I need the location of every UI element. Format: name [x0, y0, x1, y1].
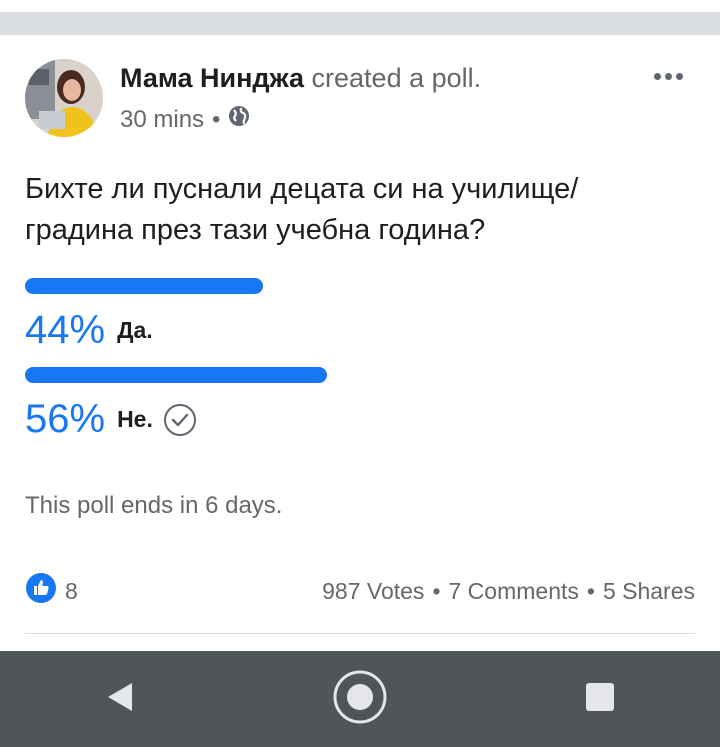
poll-percent: 44% [25, 308, 106, 352]
feed-divider [0, 12, 720, 35]
back-icon [102, 679, 138, 720]
more-options-button[interactable] [648, 61, 688, 91]
poll-post-card: Мама Нинджа created a poll. 30 mins • Би… [0, 35, 720, 649]
more-icon [653, 72, 661, 80]
like-icon [25, 572, 57, 610]
reaction-summary[interactable]: 8 [25, 572, 78, 610]
poll-option-label: Да. [117, 317, 153, 343]
post-timestamp[interactable]: 30 mins [120, 106, 204, 134]
recents-icon [584, 681, 616, 718]
post-action-text: created a poll. [311, 63, 482, 93]
comments-count[interactable]: 7 Comments [449, 578, 579, 605]
poll-ends-text: This poll ends in 6 days. [25, 492, 283, 519]
poll-option-label: Не. [117, 406, 153, 432]
poll-bar-fill [25, 367, 327, 383]
stats-separator: • [432, 577, 441, 604]
poll-option-yes[interactable]: 44% Да. [25, 278, 685, 353]
avatar-photo [25, 59, 103, 137]
poll-bar-fill [25, 278, 263, 294]
post-divider [25, 633, 695, 634]
check-circle-icon [163, 403, 197, 437]
status-bar-area [0, 0, 720, 12]
like-count: 8 [65, 577, 78, 604]
poll-percent: 56% [25, 397, 106, 441]
nav-recents-button[interactable] [555, 654, 645, 744]
nav-back-button[interactable] [75, 654, 165, 744]
votes-count[interactable]: 987 Votes [322, 578, 424, 605]
nav-home-button[interactable] [315, 654, 405, 744]
author-name[interactable]: Мама Нинджа [120, 63, 304, 93]
poll-bar [25, 367, 685, 383]
poll-question: Бихте ли пуснали децата си на училище/ г… [25, 173, 579, 246]
poll-bar [25, 278, 685, 294]
home-icon [332, 669, 388, 730]
engagement-stats: 987 Votes • 7 Comments • 5 Shares [322, 578, 695, 605]
engagement-row: 8 987 Votes • 7 Comments • 5 Shares [25, 572, 695, 610]
post-meta: 30 mins • [120, 105, 250, 134]
post-header: Мама Нинджа created a poll. [120, 63, 481, 94]
shares-count[interactable]: 5 Shares [603, 578, 695, 605]
poll-option-no[interactable]: 56% Не. [25, 367, 685, 442]
meta-separator: • [212, 105, 221, 133]
avatar[interactable] [25, 59, 103, 137]
globe-icon [228, 105, 250, 134]
stats-separator: • [586, 577, 595, 604]
android-nav-bar [0, 651, 720, 747]
